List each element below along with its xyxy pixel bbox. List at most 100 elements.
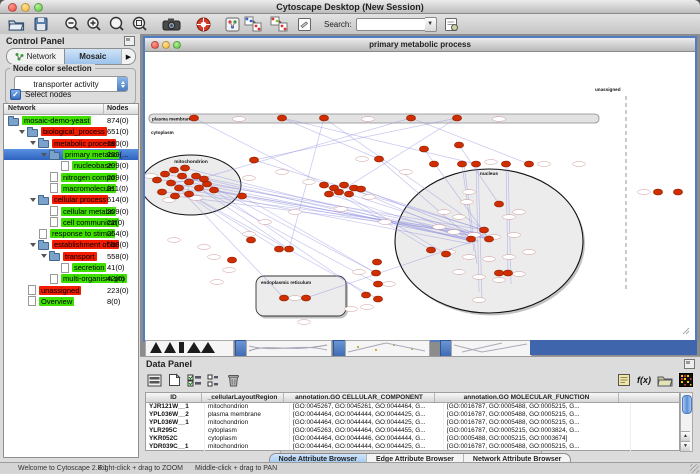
tree-item[interactable]: cellular process614(0) xyxy=(4,194,138,205)
network-node[interactable] xyxy=(194,185,203,191)
network-node[interactable] xyxy=(184,179,193,185)
network-node[interactable] xyxy=(373,281,382,287)
network-node[interactable] xyxy=(152,177,161,183)
expand-arrow-icon[interactable] xyxy=(19,130,25,134)
zoom-in-icon[interactable] xyxy=(86,16,102,33)
network-node[interactable] xyxy=(180,165,189,171)
network-node[interactable] xyxy=(503,270,512,276)
tab-scroll-arrow-icon[interactable]: ▶ xyxy=(121,49,135,64)
network-node[interactable] xyxy=(406,115,415,121)
column-header[interactable]: annotation.GO MOLECULAR_FUNCTION xyxy=(435,393,619,402)
network-node[interactable] xyxy=(494,201,503,207)
layout-icon[interactable] xyxy=(225,16,240,33)
network-node[interactable] xyxy=(479,227,488,233)
resize-grip[interactable] xyxy=(690,464,699,473)
annotation-icon[interactable] xyxy=(297,16,312,33)
expand-arrow-icon[interactable] xyxy=(30,198,36,202)
network-node[interactable] xyxy=(301,295,310,301)
network-node[interactable] xyxy=(319,115,328,121)
save-icon[interactable] xyxy=(34,16,48,33)
network-node[interactable] xyxy=(174,185,183,191)
network-node[interactable] xyxy=(441,251,450,257)
scrollbar-thumb[interactable] xyxy=(682,395,692,414)
network-node[interactable] xyxy=(249,157,258,163)
new-attribute-icon[interactable] xyxy=(168,372,181,388)
tab-network[interactable]: Network xyxy=(7,49,64,64)
minimized-window[interactable] xyxy=(345,340,430,356)
snapshot-camera-icon[interactable] xyxy=(162,16,181,33)
search-options-icon[interactable] xyxy=(444,16,459,33)
tree-item[interactable]: secretion41(0) xyxy=(4,262,138,273)
network-node[interactable] xyxy=(339,182,348,188)
import-attributes-icon[interactable] xyxy=(617,372,631,388)
table-row[interactable]: YPL036W__1mitochondrion[GO:0044464, GO:0… xyxy=(146,419,679,427)
tree-item[interactable]: cell communicat22(0) xyxy=(4,217,138,228)
network-node[interactable] xyxy=(157,189,166,195)
table-row[interactable]: YLR295Ccytoplasm[GO:0045263, GO:0044464,… xyxy=(146,427,679,435)
network-node[interactable] xyxy=(237,193,246,199)
minimized-window[interactable] xyxy=(451,340,532,356)
heatmap-icon[interactable] xyxy=(679,372,693,388)
minimized-window[interactable] xyxy=(246,340,332,356)
network-node[interactable] xyxy=(457,161,466,167)
network-node[interactable] xyxy=(246,237,255,243)
network-node[interactable] xyxy=(227,257,236,263)
trash-icon[interactable] xyxy=(227,372,240,388)
network-node[interactable] xyxy=(494,270,503,276)
network-edge[interactable] xyxy=(282,118,379,159)
network-window[interactable]: primary metabolic process nucleusmitocho… xyxy=(143,36,697,342)
zoom-out-icon[interactable] xyxy=(64,16,80,33)
search-dropdown-icon[interactable]: ▼ xyxy=(425,17,437,32)
network-node[interactable] xyxy=(371,270,380,276)
scroll-down-icon[interactable]: ▼ xyxy=(681,441,690,451)
network-edge[interactable] xyxy=(254,118,457,160)
search-input[interactable] xyxy=(356,18,426,31)
network-node[interactable] xyxy=(429,161,438,167)
minimized-window-edge[interactable] xyxy=(530,340,697,355)
table-row[interactable]: YPL036W__2plasma membrane[GO:0044464, GO… xyxy=(146,411,679,419)
attribute-table[interactable]: ID_cellularLayoutRegionannotation.GO CEL… xyxy=(145,392,680,451)
zoom-fit-icon[interactable] xyxy=(108,16,125,33)
network-node[interactable] xyxy=(279,295,288,301)
open-folder-icon[interactable] xyxy=(8,16,25,33)
column-header[interactable]: ID xyxy=(146,393,202,402)
network-node[interactable] xyxy=(484,236,493,242)
copy-view-blue-icon[interactable] xyxy=(244,16,262,33)
network-canvas[interactable]: nucleusmitochondrionendoplasmic reticulu… xyxy=(145,52,691,336)
copy-view-red-icon[interactable] xyxy=(270,16,288,33)
tree-item[interactable]: metabolic process280(0) xyxy=(4,138,138,149)
table-vertical-scrollbar[interactable]: ▲ ▼ xyxy=(680,392,693,452)
network-node[interactable] xyxy=(274,246,283,252)
attribute-select-icon[interactable] xyxy=(147,372,162,388)
tree-item[interactable]: cellular metabo209(0) xyxy=(4,205,138,216)
table-row[interactable]: YKR052Ccytoplasm[GO:0044464, GO:0044446,… xyxy=(146,435,679,443)
network-node[interactable] xyxy=(466,236,475,242)
network-node[interactable] xyxy=(160,171,169,177)
attribute-list-icon[interactable] xyxy=(207,372,219,388)
network-node[interactable] xyxy=(319,182,328,188)
network-node[interactable] xyxy=(653,189,662,195)
tree-item[interactable]: response to stimul264(0) xyxy=(4,228,138,239)
tree-item[interactable]: biological_process651(0) xyxy=(4,126,138,137)
tree-item[interactable]: nitrogen compo209(0) xyxy=(4,171,138,182)
network-node[interactable] xyxy=(374,156,383,162)
tree-item[interactable]: primary metabo209(... xyxy=(4,149,138,160)
network-node[interactable] xyxy=(184,191,193,197)
network-node[interactable] xyxy=(361,292,370,298)
tree-item[interactable]: transport558(0) xyxy=(4,251,138,262)
network-node[interactable] xyxy=(673,189,682,195)
zoom-selected-icon[interactable] xyxy=(131,16,148,33)
network-node[interactable] xyxy=(209,187,218,193)
network-node[interactable] xyxy=(356,186,365,192)
network-node[interactable] xyxy=(169,167,178,173)
expand-arrow-icon[interactable] xyxy=(30,243,36,247)
network-node[interactable] xyxy=(501,161,510,167)
delete-attribute-icon[interactable] xyxy=(187,372,202,388)
tree-item[interactable]: macromolecule311(0) xyxy=(4,183,138,194)
tree-item[interactable]: multi-organism pro42(0) xyxy=(4,273,138,284)
tree-item[interactable]: Overview8(0) xyxy=(4,296,138,307)
network-node[interactable] xyxy=(170,193,179,199)
network-window-titlebar[interactable]: primary metabolic process xyxy=(145,38,695,52)
network-node[interactable] xyxy=(177,173,186,179)
network-node[interactable] xyxy=(284,246,293,252)
